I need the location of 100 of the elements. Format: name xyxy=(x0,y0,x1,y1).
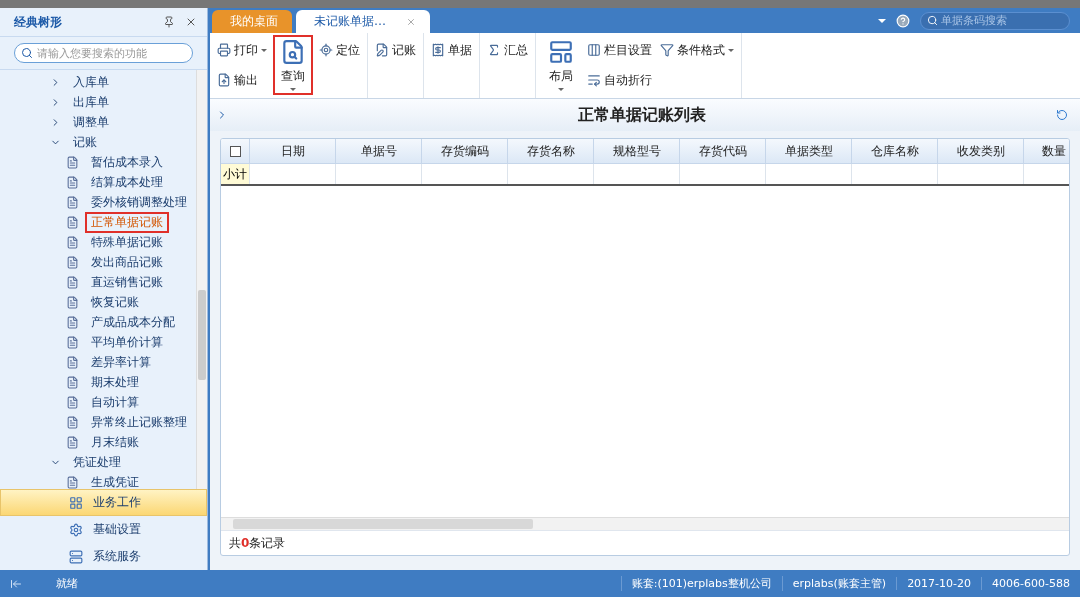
tab-label: 未记账单据… xyxy=(314,13,386,30)
tab[interactable]: 未记账单据… xyxy=(296,10,430,33)
column-header[interactable]: 收发类别 xyxy=(938,139,1024,163)
column-header[interactable]: 仓库名称 xyxy=(852,139,938,163)
nav-item[interactable]: 业务工作 xyxy=(0,489,207,516)
column-header[interactable]: 存货编码 xyxy=(422,139,508,163)
tree-item[interactable]: 产成品成本分配 xyxy=(85,311,181,333)
toolbar-button[interactable]: 条件格式 xyxy=(658,41,736,59)
column-header[interactable]: 单据类型 xyxy=(766,139,852,163)
column-header[interactable]: 存货代码 xyxy=(680,139,766,163)
toolbar-icon xyxy=(548,39,574,65)
document-icon xyxy=(66,415,79,429)
caret-icon xyxy=(290,88,296,91)
search-icon xyxy=(927,15,938,26)
document-icon xyxy=(66,435,79,449)
toolbar-icon xyxy=(280,39,306,65)
help-icon[interactable] xyxy=(896,13,910,28)
document-icon xyxy=(66,175,79,189)
tree-item[interactable]: 发出商品记账 xyxy=(85,251,169,273)
scrollbar[interactable] xyxy=(196,70,207,489)
column-header[interactable]: 单据号 xyxy=(336,139,422,163)
toolbar-button[interactable]: 自动折行 xyxy=(585,71,654,89)
close-icon[interactable] xyxy=(185,16,197,28)
tree-item[interactable]: 恢复记账 xyxy=(85,291,145,313)
toolbar-button[interactable]: 查询 xyxy=(273,35,313,95)
checkbox[interactable] xyxy=(229,145,241,157)
tree-item[interactable]: 入库单 xyxy=(67,71,115,93)
pin-icon[interactable] xyxy=(163,16,175,28)
refresh-icon[interactable] xyxy=(1056,109,1068,121)
tree-item[interactable]: 平均单价计算 xyxy=(85,331,169,353)
nav-label: 基础设置 xyxy=(93,521,141,538)
tree-item[interactable]: 特殊单据记账 xyxy=(85,231,169,253)
tree-item[interactable]: 出库单 xyxy=(67,91,115,113)
tree-item[interactable]: 记账 xyxy=(67,131,103,153)
tree-item[interactable]: 正常单据记账 xyxy=(85,211,169,233)
document-icon xyxy=(66,355,79,369)
column-header[interactable]: 存货名称 xyxy=(508,139,594,163)
tree-item[interactable]: 自动计算 xyxy=(85,391,145,413)
tree-item[interactable]: 委外核销调整处理 xyxy=(85,191,193,213)
grid-icon xyxy=(69,495,83,510)
document-icon xyxy=(66,235,79,249)
tree-item[interactable]: 异常终止记账整理 xyxy=(85,411,193,433)
document-icon xyxy=(66,155,79,169)
tree-item[interactable]: 期末处理 xyxy=(85,371,145,393)
document-icon xyxy=(66,295,79,309)
document-icon xyxy=(66,475,79,489)
tree-item[interactable]: 结算成本处理 xyxy=(85,171,169,193)
tab-label: 我的桌面 xyxy=(230,13,278,30)
tree-item[interactable]: 暂估成本录入 xyxy=(85,151,169,173)
toolbar-icon xyxy=(660,43,674,57)
document-icon xyxy=(66,315,79,329)
toolbar-button[interactable]: 输出 xyxy=(215,71,269,89)
nav-item[interactable]: 系统服务 xyxy=(0,543,207,570)
caret-icon[interactable] xyxy=(878,18,886,23)
tree-item[interactable]: 直运销售记账 xyxy=(85,271,169,293)
toolbar-icon xyxy=(319,43,333,57)
toolbar-icon xyxy=(431,43,445,57)
document-icon xyxy=(66,395,79,409)
sidebar-title: 经典树形 xyxy=(14,13,63,31)
toolbar-icon xyxy=(375,43,389,57)
search-field[interactable]: 单据条码搜索 xyxy=(920,11,1070,30)
nav-label: 业务工作 xyxy=(93,494,141,511)
column-header[interactable]: 日期 xyxy=(250,139,336,163)
status-item: 2017-10-20 xyxy=(896,577,982,590)
column-header[interactable]: 规格型号 xyxy=(594,139,680,163)
nav-item[interactable]: 基础设置 xyxy=(0,516,207,543)
caret-icon xyxy=(728,48,734,52)
document-icon xyxy=(66,335,79,349)
status-message: 就绪 xyxy=(55,576,79,591)
record-count: 共0条记录 xyxy=(229,534,286,552)
tree-item[interactable]: 调整单 xyxy=(67,111,115,133)
toolbar-icon xyxy=(587,43,601,57)
column-header[interactable]: 数量 xyxy=(1024,139,1069,163)
document-icon xyxy=(66,195,79,209)
status-item: 4006-600-588 xyxy=(981,577,1080,590)
caret-icon xyxy=(558,88,564,91)
document-icon xyxy=(66,275,79,289)
toolbar-button[interactable]: 打印 xyxy=(215,41,269,59)
document-icon xyxy=(66,215,79,229)
toolbar-icon xyxy=(217,43,231,57)
search-icon xyxy=(21,47,33,59)
document-icon xyxy=(66,375,79,389)
toolbar-button[interactable]: 栏目设置 xyxy=(585,41,654,59)
status-item: erplabs(账套主管) xyxy=(781,576,897,591)
toolbar-button[interactable]: 单据 xyxy=(429,41,474,59)
tree-item[interactable]: 月末结账 xyxy=(85,431,145,453)
collapse-icon[interactable] xyxy=(10,577,22,590)
toolbar-button[interactable]: 记账 xyxy=(373,41,418,59)
toolbar-button[interactable]: 汇总 xyxy=(485,41,530,59)
toolbar-icon xyxy=(217,73,231,87)
server-icon xyxy=(69,549,83,564)
tree-item[interactable]: 凭证处理 xyxy=(67,451,127,473)
status-item: 账套:(101)erplabs整机公司 xyxy=(620,576,782,591)
toolbar-button[interactable]: 定位 xyxy=(317,41,362,59)
caret-icon xyxy=(261,48,267,52)
scrollbar[interactable] xyxy=(221,517,1069,530)
search-field[interactable]: 请输入您要搜索的功能 xyxy=(14,43,193,63)
tree-item[interactable]: 差异率计算 xyxy=(85,351,157,373)
toolbar-button[interactable]: 布局 xyxy=(541,35,581,95)
toolbar-icon xyxy=(587,73,601,87)
